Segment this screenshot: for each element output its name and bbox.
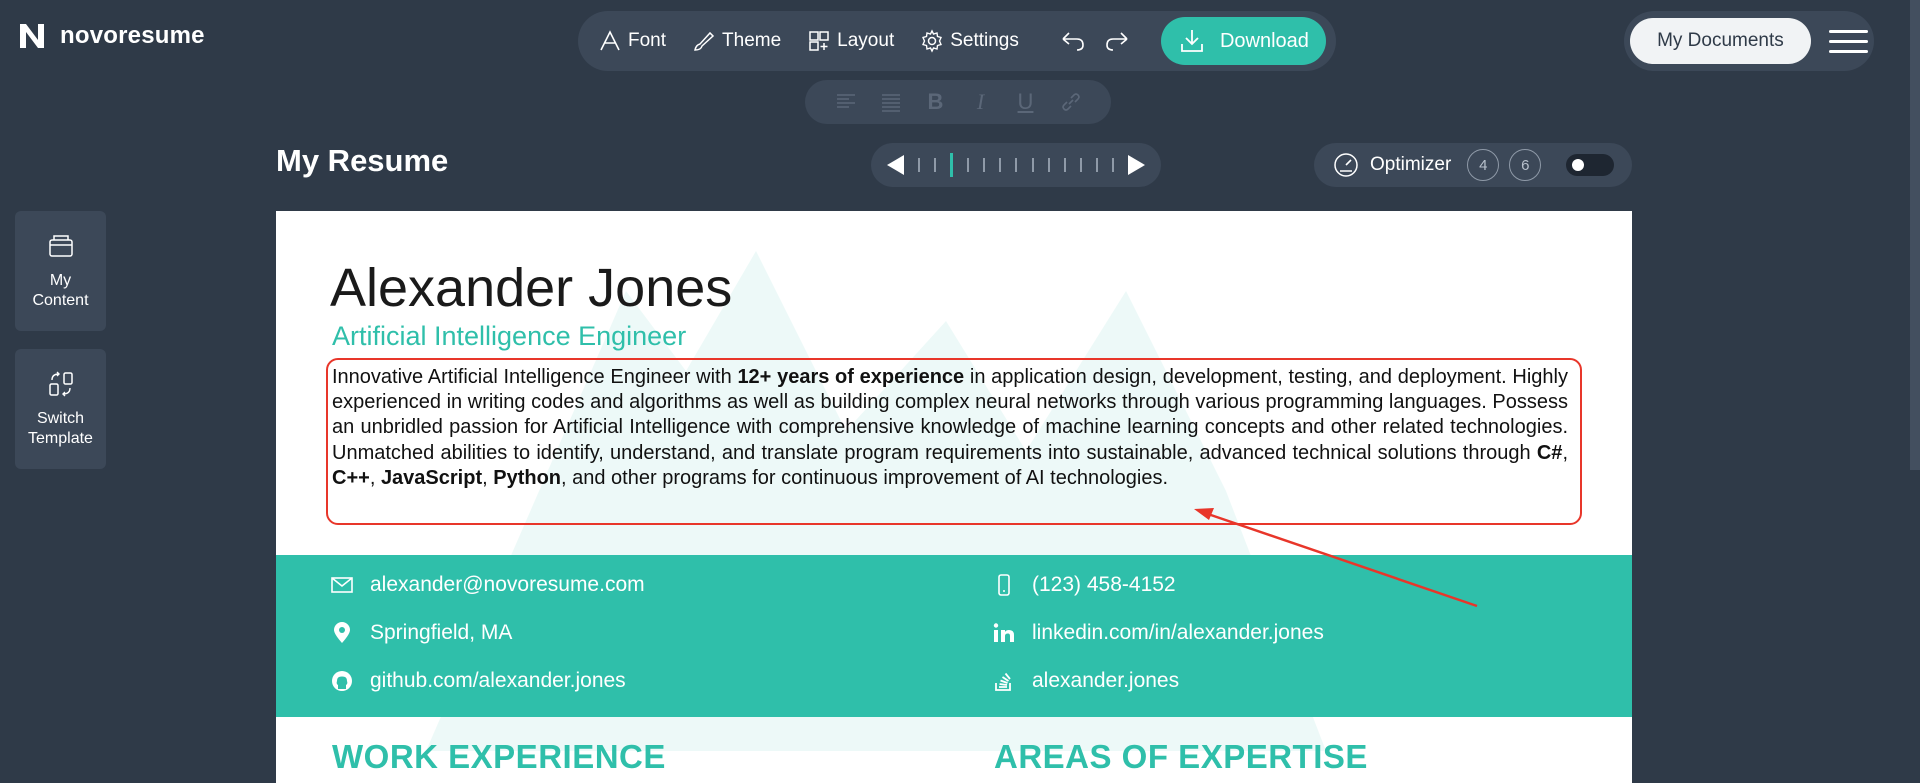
download-label: Download: [1219, 29, 1309, 52]
slider-ticks[interactable]: [904, 153, 1128, 177]
slider-left-arrow-icon[interactable]: [887, 155, 904, 175]
logo-text: novoresume: [60, 22, 205, 49]
switch-template-button[interactable]: Switch Template: [15, 349, 106, 469]
my-content-button[interactable]: My Content: [15, 211, 106, 331]
my-content-line1: My: [49, 272, 72, 289]
slider-right-arrow-icon[interactable]: [1128, 155, 1145, 175]
contact-linkedin[interactable]: linkedin.com/in/alexander.jones: [992, 621, 1324, 645]
layout-label: Layout: [837, 30, 895, 51]
bold-button[interactable]: B: [923, 89, 949, 115]
redo-icon[interactable]: [1103, 29, 1131, 53]
theme-label: Theme: [722, 30, 782, 51]
stackoverflow-icon: [995, 672, 1011, 691]
download-button[interactable]: Download: [1160, 17, 1326, 65]
slider-handle: [950, 153, 954, 177]
page-title: My Resume: [276, 143, 449, 178]
download-icon: [1181, 30, 1203, 52]
main-toolbar: Font Theme Layout Settings Download: [578, 11, 1336, 71]
undo-icon[interactable]: [1059, 29, 1087, 53]
layout-icon: [809, 31, 829, 51]
optimizer-toggle[interactable]: [1566, 154, 1614, 176]
switch-line1: Switch: [36, 410, 85, 427]
theme-button[interactable]: Theme: [692, 29, 781, 53]
resume-page: Alexander Jones Artificial Intelligence …: [276, 211, 1632, 783]
app-logo[interactable]: novoresume: [16, 20, 205, 52]
font-icon: [600, 30, 620, 51]
envelope-icon: [331, 577, 353, 593]
brush-icon: [694, 31, 715, 51]
settings-button[interactable]: Settings: [920, 29, 1019, 53]
folder-icon: [48, 235, 73, 257]
contact-location[interactable]: Springfield, MA: [330, 621, 512, 645]
novoresume-logo-icon: [20, 24, 44, 48]
link-icon[interactable]: [1058, 90, 1084, 114]
history-controls: [1059, 29, 1131, 53]
align-left-icon[interactable]: [833, 90, 859, 114]
font-label: Font: [628, 30, 667, 51]
optimizer-panel: Optimizer 4 6: [1314, 143, 1632, 187]
phone-icon: [998, 574, 1010, 596]
spacing-slider[interactable]: [871, 143, 1161, 187]
resume-name[interactable]: Alexander Jones: [330, 257, 732, 319]
contact-github[interactable]: github.com/alexander.jones: [330, 669, 626, 693]
settings-label: Settings: [950, 30, 1019, 51]
my-documents-button[interactable]: My Documents: [1630, 18, 1811, 64]
switch-icon: [48, 371, 73, 397]
section-areas-of-expertise[interactable]: AREAS OF EXPERTISE: [994, 738, 1368, 776]
justify-icon[interactable]: [878, 90, 904, 114]
optimizer-badge-1[interactable]: 4: [1467, 149, 1500, 181]
section-work-experience[interactable]: WORK EXPERIENCE: [332, 738, 666, 776]
underline-button[interactable]: U: [1013, 89, 1039, 115]
resume-job-title[interactable]: Artificial Intelligence Engineer: [332, 321, 686, 352]
account-controls: My Documents: [1624, 11, 1874, 71]
font-button[interactable]: Font: [598, 29, 666, 53]
speedometer-icon: [1334, 153, 1358, 177]
contact-phone[interactable]: (123) 458-4152: [992, 573, 1176, 597]
page-scrollbar[interactable]: [1910, 0, 1920, 470]
optimizer-label: Optimizer: [1370, 154, 1452, 175]
gear-icon: [922, 29, 943, 53]
github-icon: [332, 671, 352, 691]
summary-highlight-box: [326, 358, 1582, 525]
menu-icon[interactable]: [1828, 29, 1868, 53]
switch-line2: Template: [28, 430, 93, 447]
location-pin-icon: [334, 622, 350, 643]
optimizer-badge-2[interactable]: 6: [1509, 149, 1542, 181]
my-content-line2: Content: [32, 292, 89, 309]
contact-stackoverflow[interactable]: alexander.jones: [992, 669, 1179, 693]
italic-button[interactable]: I: [968, 89, 994, 115]
layout-button[interactable]: Layout: [807, 29, 894, 53]
contact-section: alexander@novoresume.com Springfield, MA…: [276, 555, 1632, 717]
text-format-bar: B I U: [805, 80, 1111, 124]
linkedin-icon: [993, 623, 1014, 642]
contact-email[interactable]: alexander@novoresume.com: [330, 573, 645, 597]
